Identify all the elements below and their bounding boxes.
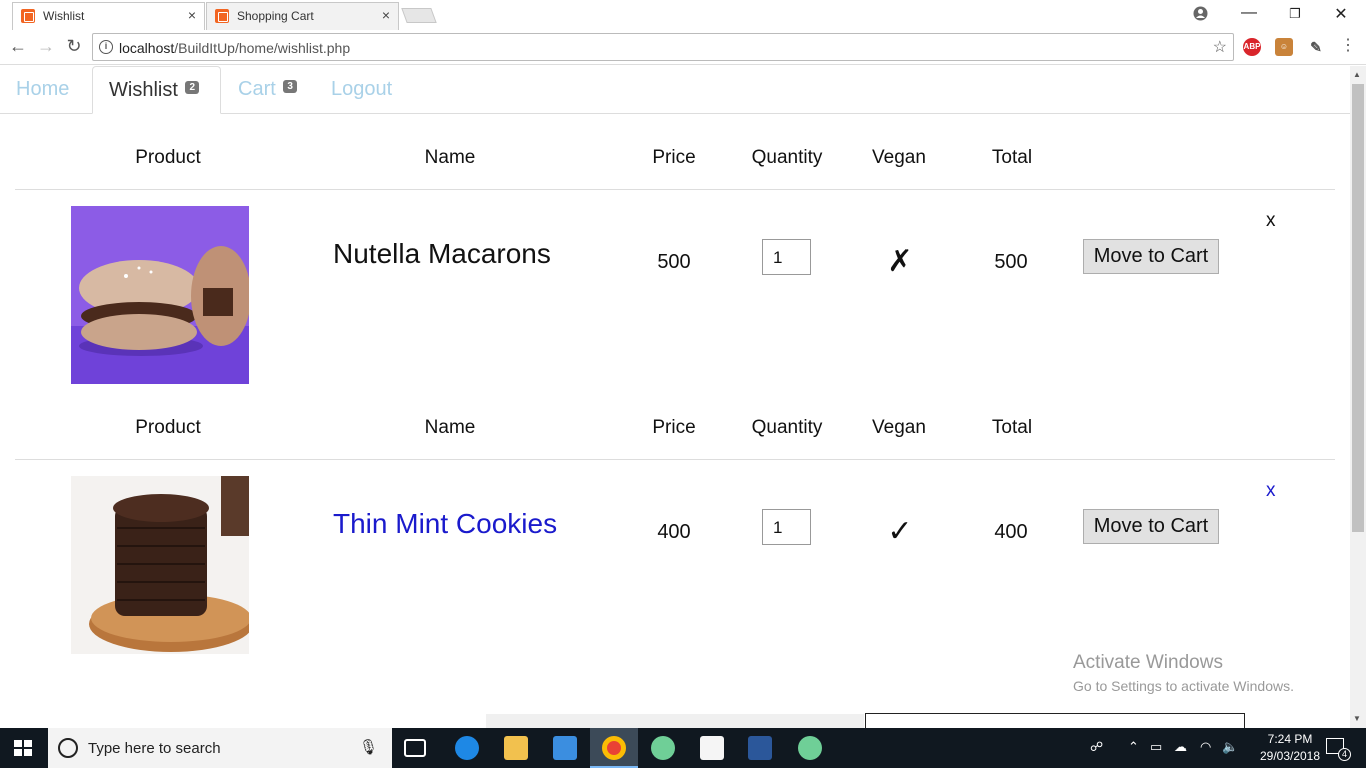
new-tab-button[interactable] xyxy=(401,8,437,23)
onedrive-cloud-icon[interactable]: ☁ xyxy=(1174,739,1187,755)
remove-item-button[interactable]: x xyxy=(1266,480,1276,502)
total-cell: 400 xyxy=(994,521,1028,543)
bookmark-star-icon[interactable]: ☆ xyxy=(1213,37,1227,57)
action-center-icon[interactable]: 4 xyxy=(1326,738,1351,761)
header-price: Price xyxy=(652,417,696,438)
address-bar[interactable]: i localhost/BuildItUp/home/wishlist.php … xyxy=(92,33,1234,61)
taskbar-clock[interactable]: 7:24 PM 29/03/2018 xyxy=(1256,731,1324,765)
mail-icon[interactable] xyxy=(700,736,724,760)
edge-browser-icon[interactable] xyxy=(455,736,479,760)
wishlist-count-badge: 2 xyxy=(185,81,200,94)
nav-wishlist[interactable]: Wishlist 2 xyxy=(92,66,221,114)
product-name-link[interactable]: Thin Mint Cookies xyxy=(333,508,557,540)
tab-title: Shopping Cart xyxy=(237,9,314,23)
header-total: Total xyxy=(991,147,1033,168)
xampp-favicon-icon xyxy=(215,9,229,23)
browser-toolbar: ← → ↻ i localhost/BuildItUp/home/wishlis… xyxy=(0,30,1366,65)
price-cell: 500 xyxy=(657,251,691,273)
battery-icon[interactable]: ▭ xyxy=(1150,739,1162,755)
notification-count: 4 xyxy=(1338,748,1351,761)
reload-icon[interactable]: ↻ xyxy=(63,36,85,57)
eyedropper-icon[interactable]: ✎ xyxy=(1307,38,1325,56)
remove-item-button[interactable]: x xyxy=(1266,210,1276,232)
quantity-input[interactable]: 1 xyxy=(762,509,811,545)
minimize-button[interactable]: — xyxy=(1234,4,1264,22)
scroll-down-arrow-icon[interactable]: ▼ xyxy=(1353,714,1361,723)
close-tab-icon[interactable]: × xyxy=(188,7,196,23)
atom-icon[interactable] xyxy=(798,736,822,760)
scrollbar-thumb[interactable] xyxy=(1352,84,1364,532)
not-vegan-icon: ✗ xyxy=(887,245,913,278)
page-scrollbar[interactable]: ▲ ▼ xyxy=(1350,66,1366,728)
taskbar-search-box[interactable]: Type here to search 🎙 xyxy=(48,728,392,768)
profile-icon[interactable] xyxy=(1193,6,1208,21)
xampp-favicon-icon xyxy=(21,9,35,23)
search-placeholder: Type here to search xyxy=(88,740,221,757)
task-view-icon[interactable] xyxy=(404,739,426,757)
browser-tab-shopping-cart[interactable]: Shopping Cart × xyxy=(206,2,399,30)
move-to-cart-button[interactable]: Move to Cart xyxy=(1083,509,1219,544)
vegan-check-icon: ✓ xyxy=(887,515,913,548)
move-to-cart-button[interactable]: Move to Cart xyxy=(1083,239,1219,274)
price-cell: 400 xyxy=(657,521,691,543)
word-icon[interactable] xyxy=(748,736,772,760)
header-name: Name xyxy=(424,147,476,168)
browser-tabstrip: Wishlist × Shopping Cart × — ❐ ✕ xyxy=(0,0,1366,30)
activate-windows-watermark: Activate Windows Go to Settings to activ… xyxy=(1073,652,1294,694)
nav-logout[interactable]: Logout xyxy=(315,66,408,114)
header-vegan: Vegan xyxy=(872,147,926,168)
quantity-input[interactable]: 1 xyxy=(762,239,811,275)
info-icon[interactable]: i xyxy=(99,40,113,54)
browser-tab-wishlist[interactable]: Wishlist × xyxy=(12,2,205,30)
show-hidden-icons-chevron-icon[interactable]: ⌃ xyxy=(1128,739,1139,755)
tab-title: Wishlist xyxy=(43,9,85,23)
header-quantity: Quantity xyxy=(751,147,823,168)
microphone-icon[interactable]: 🎙 xyxy=(359,738,378,756)
url-text[interactable]: localhost/BuildItUp/home/wishlist.php xyxy=(119,40,350,56)
adblock-plus-icon[interactable]: ABP xyxy=(1243,38,1261,56)
cookies-image xyxy=(71,476,249,654)
header-price: Price xyxy=(652,147,696,168)
header-name: Name xyxy=(424,417,476,438)
menu-icon[interactable]: ⋮ xyxy=(1337,35,1359,55)
total-cell: 500 xyxy=(994,251,1028,273)
page-nav-tabs: Home Wishlist 2 Cart 3 Logout xyxy=(0,66,1350,114)
extension-face-icon[interactable]: ☺ xyxy=(1275,38,1293,56)
table-header: Product Name Price Quantity Vegan Total xyxy=(15,114,1335,190)
forward-arrow-icon[interactable]: → xyxy=(35,36,57,57)
maximize-button[interactable]: ❐ xyxy=(1280,6,1310,22)
header-quantity: Quantity xyxy=(751,417,823,438)
volume-icon[interactable]: 🔈 xyxy=(1222,739,1238,755)
close-tab-icon[interactable]: × xyxy=(382,7,390,23)
wishlist-content: Product Name Price Quantity Vegan Total … xyxy=(0,114,1350,714)
file-explorer-icon[interactable] xyxy=(504,736,528,760)
chrome-icon xyxy=(602,736,626,760)
nav-cart[interactable]: Cart 3 xyxy=(222,66,313,114)
people-icon[interactable]: ☍ xyxy=(1090,739,1103,755)
store-icon[interactable] xyxy=(553,736,577,760)
header-product: Product xyxy=(135,147,201,168)
scroll-up-arrow-icon[interactable]: ▲ xyxy=(1353,70,1361,79)
partial-footer-box xyxy=(865,713,1245,728)
partial-footer-block xyxy=(486,714,864,728)
cortana-icon xyxy=(58,738,78,758)
chrome-taskbar-active[interactable] xyxy=(590,728,638,768)
windows-start-icon[interactable] xyxy=(14,740,32,756)
product-name: Nutella Macarons xyxy=(333,238,551,269)
windows-taskbar: Type here to search 🎙 ☍ ⌃ ▭ ☁ ◠ 🔈 7:24 P… xyxy=(0,728,1366,768)
back-arrow-icon[interactable]: ← xyxy=(7,36,29,57)
macaron-image xyxy=(71,206,249,384)
nav-home[interactable]: Home xyxy=(0,66,85,114)
atom-icon[interactable] xyxy=(651,736,675,760)
header-product: Product xyxy=(135,417,201,438)
wifi-icon[interactable]: ◠ xyxy=(1200,739,1211,755)
table-header: Product Name Price Quantity Vegan Total xyxy=(15,384,1335,460)
header-vegan: Vegan xyxy=(872,417,926,438)
close-window-button[interactable]: ✕ xyxy=(1326,4,1356,24)
header-total: Total xyxy=(991,417,1033,438)
cart-count-badge: 3 xyxy=(283,80,297,93)
